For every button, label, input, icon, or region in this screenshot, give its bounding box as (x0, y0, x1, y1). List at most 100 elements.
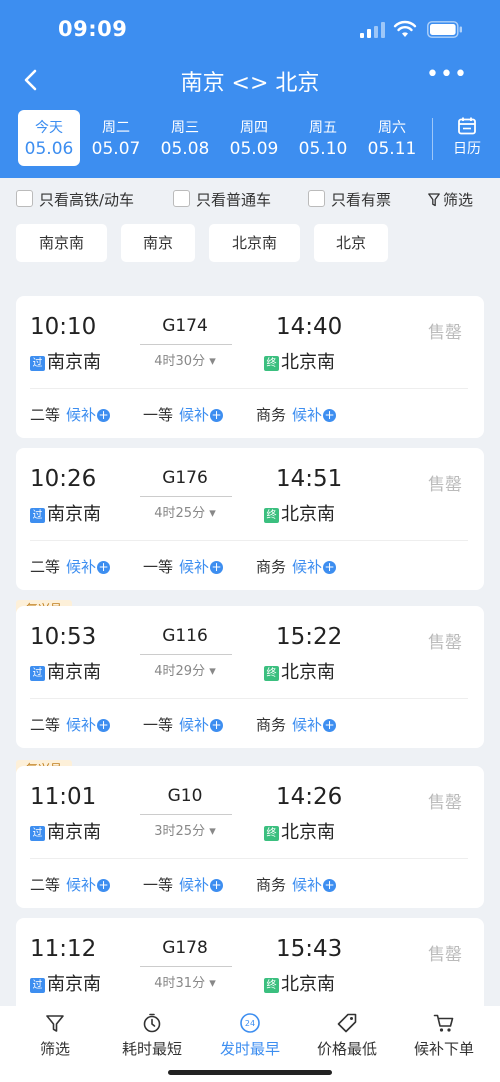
arrival-station: 终北京南 (264, 658, 335, 684)
pass-tag: 过 (30, 978, 45, 993)
divider (30, 698, 468, 699)
checkbox-icon (308, 190, 325, 207)
date-tab-week: 周六 (378, 120, 406, 136)
plus-icon: + (210, 878, 224, 892)
train-number: G116 (162, 626, 208, 646)
tab-label: 筛选 (39, 1040, 70, 1058)
tab-earliest-departure[interactable]: 24 发时最早 (210, 1012, 290, 1074)
status-badge: 售罄 (428, 475, 462, 495)
arrival-time: 14:40 (276, 314, 343, 340)
station-chip[interactable]: 南京 (121, 224, 195, 262)
train-card[interactable]: 11:01 G10 3时25分 ▾ 14:26 售罄 过南京南 终北京南 二等候… (16, 766, 484, 908)
header: 09:09 南京 <> 北京 ••• 今天 05.06 周二 05.07 周三 … (0, 0, 500, 178)
seat-second-class[interactable]: 二等 候补 + (30, 556, 111, 577)
divider (432, 118, 433, 160)
pass-tag: 过 (30, 508, 45, 523)
seat-second-class[interactable]: 二等 候补 + (30, 404, 111, 425)
arrival-station: 终北京南 (264, 818, 335, 844)
filter-label: 只看有票 (331, 191, 392, 209)
date-tab-0510[interactable]: 周五 05.10 (292, 110, 354, 166)
tab-shortest-duration[interactable]: 耗时最短 (112, 1012, 192, 1074)
filter-available[interactable]: 只看有票 (308, 189, 391, 209)
departure-station: 过南京南 (30, 970, 101, 996)
train-number: G178 (162, 938, 208, 958)
divider (30, 540, 468, 541)
plus-icon: + (97, 408, 111, 422)
arrival-time: 14:51 (276, 466, 343, 492)
train-card[interactable]: 10:26 G176 4时25分 ▾ 14:51 售罄 过南京南 终北京南 二等… (16, 448, 484, 590)
terminal-tag: 终 (264, 978, 279, 993)
date-tab-0507[interactable]: 周二 05.07 (85, 110, 147, 166)
duration: 3时25分 ▾ (154, 824, 216, 839)
station-chip[interactable]: 南京南 (16, 224, 107, 262)
tab-label: 候补下单 (413, 1040, 474, 1058)
divider (30, 858, 468, 859)
station-chip[interactable]: 北京南 (209, 224, 300, 262)
filter-bar: 只看高铁/动车 只看普通车 只看有票 筛选 (0, 178, 500, 220)
svg-text:24: 24 (245, 1019, 255, 1028)
date-tab-0509[interactable]: 周四 05.09 (223, 110, 285, 166)
train-card[interactable]: 11:12 G178 4时31分 ▾ 15:43 售罄 过南京南 终北京南 (16, 918, 484, 1014)
seat-first-class[interactable]: 一等 候补 + (143, 556, 224, 577)
tab-filter[interactable]: 筛选 (20, 1012, 90, 1074)
calendar-button[interactable]: 日历 (444, 112, 490, 168)
signal-icon (360, 22, 385, 38)
nav-bar: 南京 <> 北京 ••• (0, 58, 500, 102)
seat-business-class[interactable]: 商务 候补 + (256, 714, 337, 735)
seat-business-class[interactable]: 商务 候补 + (256, 874, 337, 895)
cart-icon (433, 1014, 454, 1032)
filter-label: 只看高铁/动车 (39, 191, 135, 209)
filter-button[interactable]: 筛选 (428, 189, 473, 210)
divider (140, 344, 232, 345)
duration: 4时31分 ▾ (154, 976, 216, 991)
departure-station: 过南京南 (30, 658, 101, 684)
train-card[interactable]: 10:10 G174 4时30分 ▾ 14:40 售罄 过南京南 终北京南 二等… (16, 296, 484, 438)
more-icon[interactable]: ••• (426, 64, 467, 92)
seat-business-class[interactable]: 商务 候补 + (256, 404, 337, 425)
seat-second-class[interactable]: 二等 候补 + (30, 714, 111, 735)
status-badge: 售罄 (428, 323, 462, 343)
timer-icon (143, 1013, 161, 1033)
departure-time: 10:53 (30, 624, 97, 650)
status-bar: 09:09 (0, 0, 500, 58)
calendar-icon (458, 117, 476, 135)
divider (140, 814, 232, 815)
tab-waitlist-order[interactable]: 候补下单 (404, 1012, 484, 1074)
departure-time: 11:01 (30, 784, 97, 810)
departure-time: 10:10 (30, 314, 97, 340)
plus-icon: + (97, 718, 111, 732)
date-tab-date: 05.10 (298, 139, 348, 159)
arrival-time: 15:43 (276, 936, 343, 962)
arrival-time: 15:22 (276, 624, 343, 650)
calendar-label: 日历 (453, 141, 481, 157)
train-number: G10 (167, 786, 203, 806)
station-chip[interactable]: 北京 (314, 224, 388, 262)
seat-business-class[interactable]: 商务 候补 + (256, 556, 337, 577)
date-tab-week: 周三 (171, 120, 199, 136)
scrolled-content-edge (16, 262, 484, 272)
filter-label: 只看普通车 (196, 191, 272, 209)
seat-second-class[interactable]: 二等 候补 + (30, 874, 111, 895)
date-tab-0511[interactable]: 周六 05.11 (361, 110, 423, 166)
date-tab-week: 今天 (35, 120, 63, 136)
plus-icon: + (323, 878, 337, 892)
seat-first-class[interactable]: 一等 候补 + (143, 404, 224, 425)
tab-lowest-price[interactable]: 价格最低 (307, 1012, 387, 1074)
date-tab-0508[interactable]: 周三 05.08 (154, 110, 216, 166)
duration: 4时29分 ▾ (154, 664, 216, 679)
date-tab-today[interactable]: 今天 05.06 (18, 110, 80, 166)
arrival-station: 终北京南 (264, 970, 335, 996)
train-number: G174 (162, 316, 208, 336)
pass-tag: 过 (30, 826, 45, 841)
plus-icon: + (210, 560, 224, 574)
date-tab-week: 周二 (102, 120, 130, 136)
filter-high-speed[interactable]: 只看高铁/动车 (16, 189, 134, 209)
clock-24-icon: 24 (240, 1013, 260, 1033)
date-tab-date: 05.11 (367, 139, 417, 159)
station-chips: 南京南 南京 北京南 北京 (0, 220, 500, 266)
seat-first-class[interactable]: 一等 候补 + (143, 714, 224, 735)
train-card[interactable]: 10:53 G116 4时29分 ▾ 15:22 售罄 过南京南 终北京南 二等… (16, 606, 484, 748)
seat-first-class[interactable]: 一等 候补 + (143, 874, 224, 895)
plus-icon: + (210, 408, 224, 422)
filter-regular[interactable]: 只看普通车 (173, 189, 271, 209)
